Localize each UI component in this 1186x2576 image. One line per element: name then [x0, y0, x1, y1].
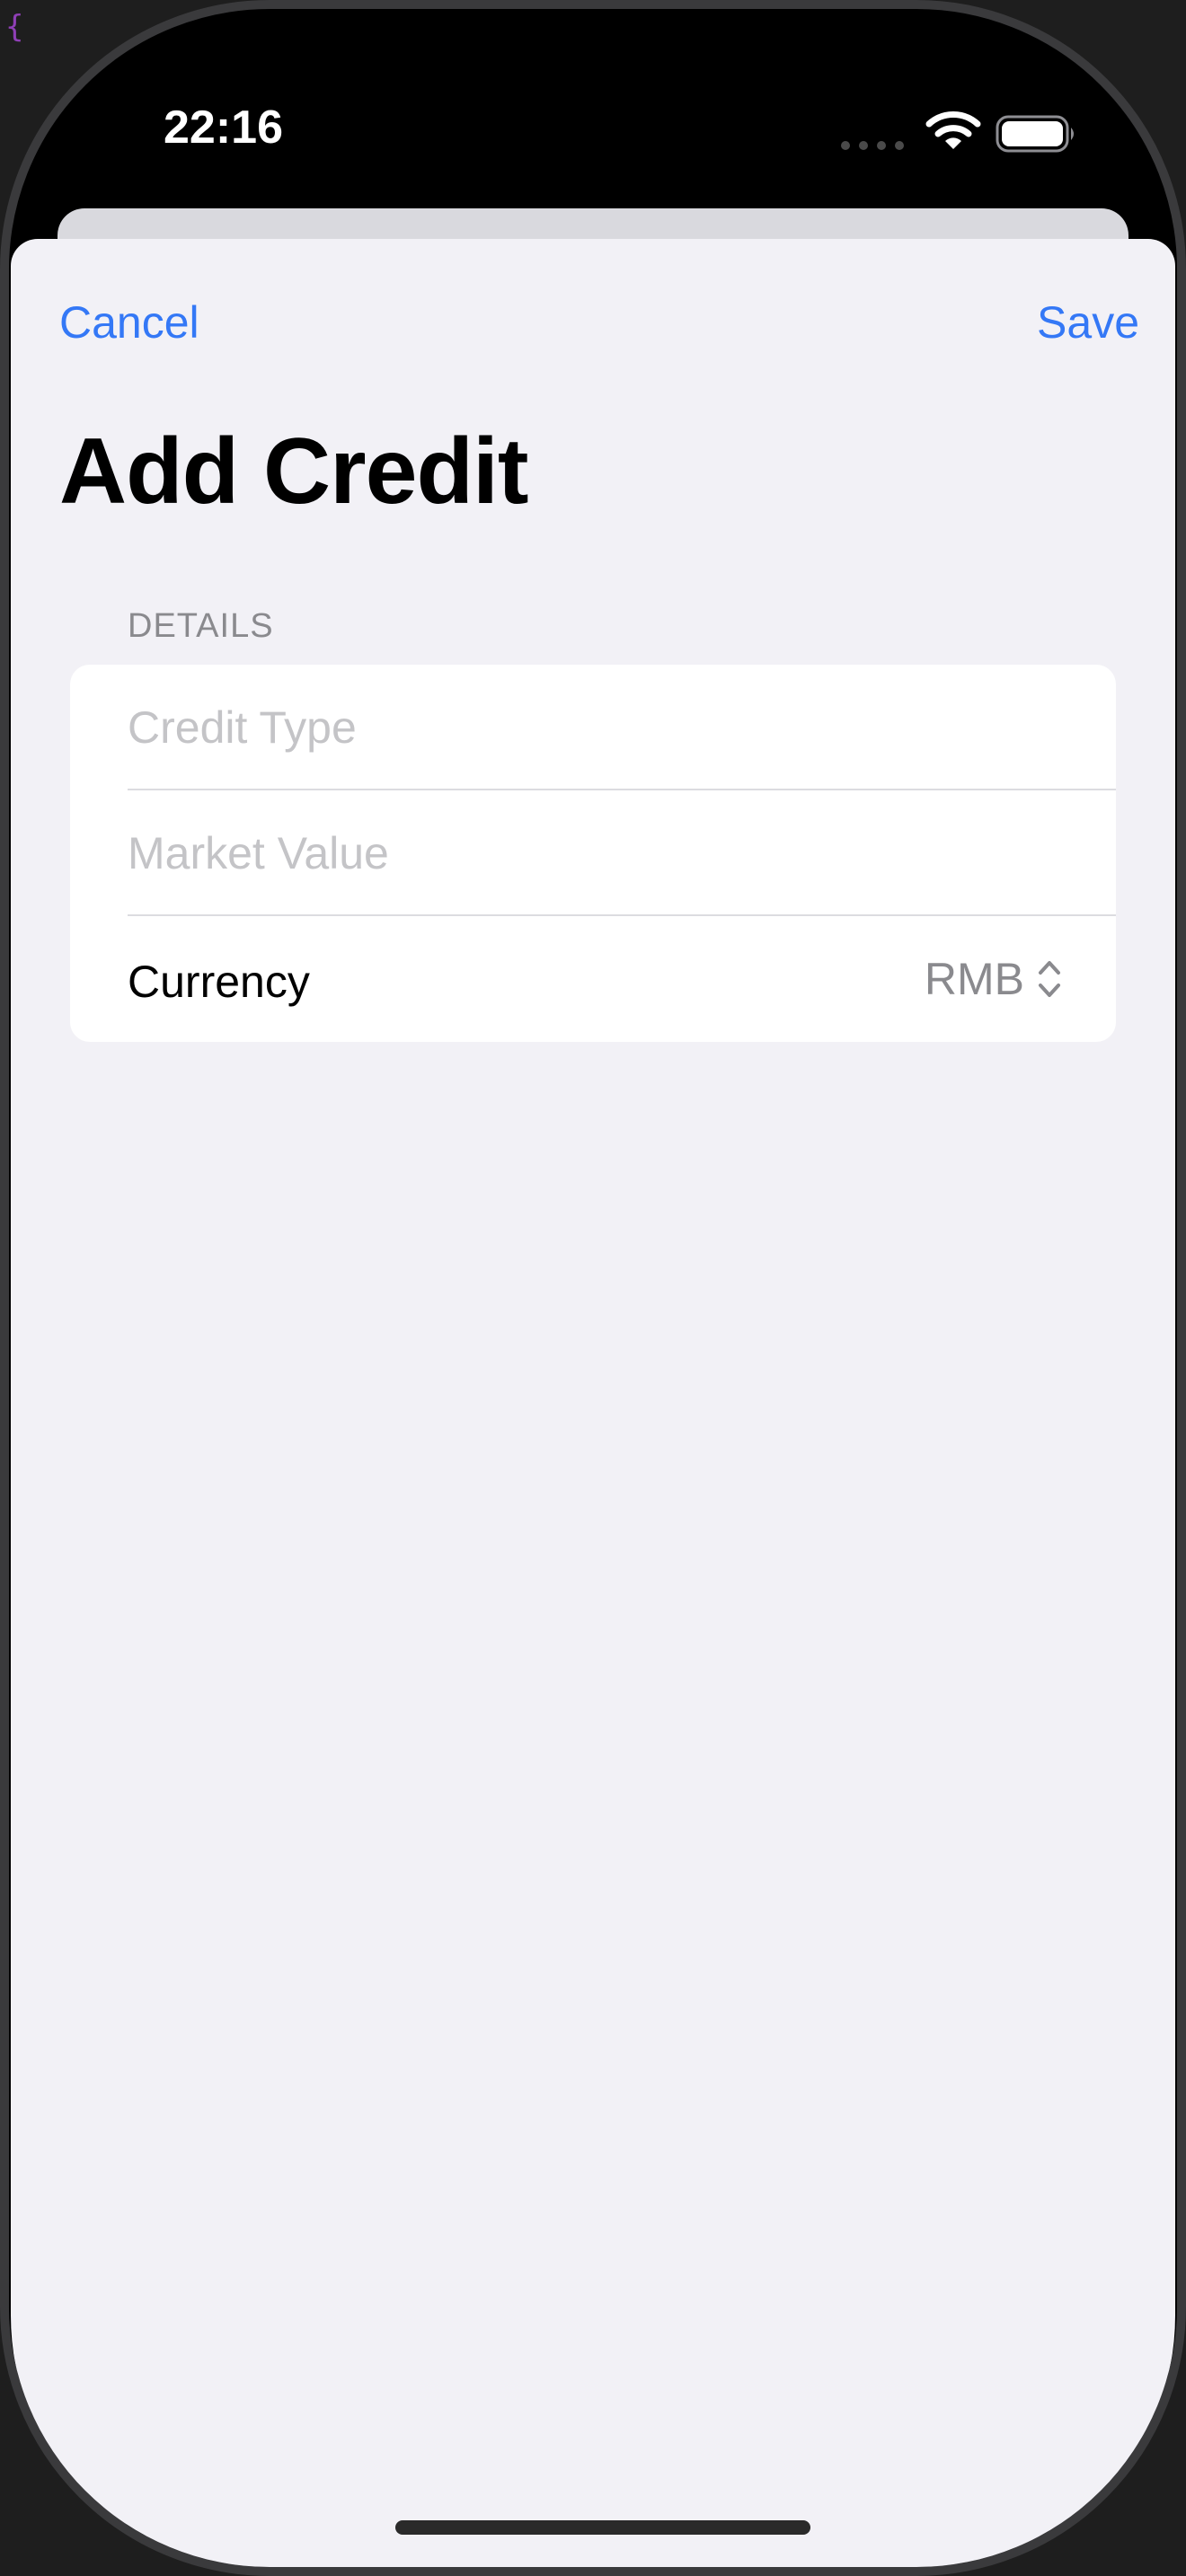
status-bar: 22:16: [9, 9, 1177, 207]
market-value-row: [70, 790, 1116, 916]
currency-row[interactable]: Currency RMB: [70, 916, 1116, 1042]
currency-value: RMB: [924, 954, 1024, 1004]
chevron-up-down-icon: [1039, 961, 1060, 997]
battery-icon: [996, 115, 1074, 153]
details-form-group: Currency RMB: [70, 665, 1116, 1042]
currency-label: Currency: [128, 957, 310, 1007]
cancel-button[interactable]: Cancel: [59, 296, 199, 348]
cellular-signal-icon: [841, 141, 904, 150]
currency-picker[interactable]: RMB: [925, 952, 1062, 1006]
credit-type-row: [70, 665, 1116, 790]
modal-sheet: Cancel Save Add Credit DETAILS Currency …: [11, 239, 1175, 2567]
page-title: Add Credit: [59, 419, 529, 524]
credit-type-input[interactable]: [128, 665, 1080, 790]
phone-frame: 22:16 Cancel Save Add Credit DETAILS Cre…: [0, 0, 1186, 2576]
wifi-icon: [925, 111, 981, 149]
home-indicator[interactable]: [395, 2520, 810, 2535]
section-header-details: DETAILS: [128, 607, 274, 645]
save-button[interactable]: Save: [1037, 296, 1139, 348]
market-value-input[interactable]: [128, 790, 1080, 916]
status-time: 22:16: [164, 101, 283, 154]
